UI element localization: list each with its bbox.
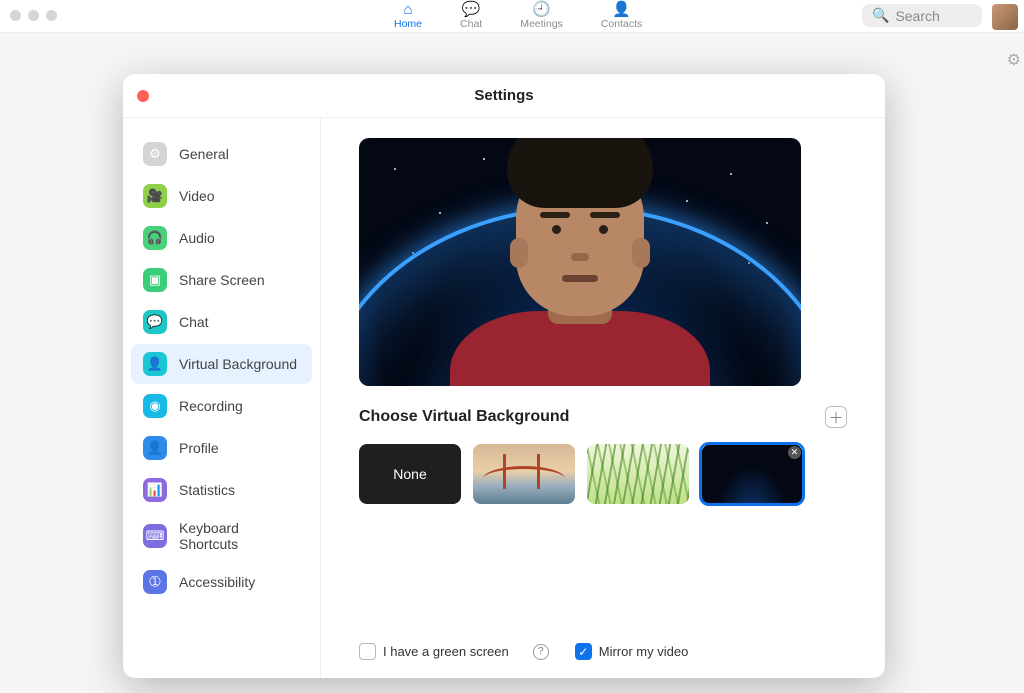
sidebar-item-label: Recording [179,398,243,414]
chat-icon: 💬 [143,310,167,334]
gear-icon: ⚙ [143,142,167,166]
sidebar-item-label: Share Screen [179,272,265,288]
bg-thumb-none[interactable]: None [359,444,461,504]
modal-header: Settings [123,74,885,118]
main-nav-tabs: ⌂ Home 💬 Chat 🕘 Meetings 👤 Contacts [394,2,642,30]
sidebar-item-virtual-background[interactable]: 👤 Virtual Background [131,344,312,384]
bg-thumb-earth[interactable]: ✕ [701,444,803,504]
nav-tab-meetings[interactable]: 🕘 Meetings [520,2,563,30]
close-window-button[interactable] [10,10,21,21]
sidebar-item-label: Accessibility [179,574,255,590]
settings-sidebar: ⚙ General 🎥 Video 🎧 Audio ▣ Share Screen 💬 Chat 👤 V… [123,118,321,678]
avatar[interactable] [992,4,1018,30]
sidebar-item-video[interactable]: 🎥 Video [131,176,312,216]
settings-modal: Settings ⚙ General 🎥 Video 🎧 Audio ▣ Share Scre… [123,74,885,678]
sidebar-item-label: Statistics [179,482,235,498]
sidebar-item-label: Chat [179,314,209,330]
headphones-icon: 🎧 [143,226,167,250]
bg-thumb-bridge[interactable] [473,444,575,504]
sidebar-item-audio[interactable]: 🎧 Audio [131,218,312,258]
accessibility-icon: ➀ [143,570,167,594]
user-silhouette [440,151,720,386]
sidebar-item-accessibility[interactable]: ➀ Accessibility [131,562,312,602]
help-icon[interactable]: ? [533,644,549,660]
modal-close-button[interactable] [137,90,149,102]
clock-icon: 🕘 [532,2,551,17]
virtual-bg-icon: 👤 [143,352,167,376]
bg-thumb-grass[interactable] [587,444,689,504]
options-row: I have a green screen ? ✓ Mirror my vide… [359,643,847,666]
search-placeholder: Search [895,8,939,24]
sidebar-item-label: Audio [179,230,215,246]
video-icon: 🎥 [143,184,167,208]
green-screen-checkbox[interactable]: I have a green screen [359,643,509,660]
checkbox-label: Mirror my video [599,644,689,659]
nav-tab-label: Contacts [601,18,642,30]
checkbox-box [359,643,376,660]
sidebar-item-share-screen[interactable]: ▣ Share Screen [131,260,312,300]
sidebar-item-label: Video [179,188,215,204]
settings-content: Choose Virtual Background ＋ None ✕ I have… [321,118,885,678]
sidebar-item-recording[interactable]: ◉ Recording [131,386,312,426]
contacts-icon: 👤 [612,2,631,17]
search-input[interactable]: 🔍 Search [862,4,982,27]
modal-title: Settings [474,87,533,104]
mirror-video-checkbox[interactable]: ✓ Mirror my video [575,643,689,660]
window-controls [10,10,57,21]
background-thumbnails: None ✕ [359,444,847,504]
remove-bg-button[interactable]: ✕ [788,446,801,459]
stats-icon: 📊 [143,478,167,502]
keyboard-icon: ⌨ [143,524,167,548]
checkbox-label: I have a green screen [383,644,509,659]
section-title: Choose Virtual Background [359,408,569,426]
sidebar-item-label: Keyboard Shortcuts [179,520,300,552]
settings-gear-icon[interactable]: ⚙ [1007,50,1021,70]
sidebar-item-chat[interactable]: 💬 Chat [131,302,312,342]
sidebar-item-label: Profile [179,440,219,456]
checkbox-box: ✓ [575,643,592,660]
app-topbar: ⌂ Home 💬 Chat 🕘 Meetings 👤 Contacts 🔍 Se… [0,0,1024,33]
nav-tab-chat[interactable]: 💬 Chat [460,2,482,30]
chat-icon: 💬 [462,2,481,17]
profile-icon: 👤 [143,436,167,460]
nav-tab-label: Chat [460,18,482,30]
sidebar-item-profile[interactable]: 👤 Profile [131,428,312,468]
sidebar-item-statistics[interactable]: 📊 Statistics [131,470,312,510]
sidebar-item-label: General [179,146,229,162]
nav-tab-label: Home [394,18,422,30]
add-background-button[interactable]: ＋ [825,406,847,428]
sidebar-item-keyboard-shortcuts[interactable]: ⌨ Keyboard Shortcuts [131,512,312,560]
minimize-window-button[interactable] [28,10,39,21]
video-preview [359,138,801,386]
maximize-window-button[interactable] [46,10,57,21]
sidebar-item-general[interactable]: ⚙ General [131,134,312,174]
home-icon: ⌂ [403,2,412,17]
search-icon: 🔍 [872,7,889,24]
nav-tab-home[interactable]: ⌂ Home [394,2,422,30]
share-screen-icon: ▣ [143,268,167,292]
nav-tab-label: Meetings [520,18,563,30]
nav-tab-contacts[interactable]: 👤 Contacts [601,2,642,30]
sidebar-item-label: Virtual Background [179,356,297,372]
record-icon: ◉ [143,394,167,418]
